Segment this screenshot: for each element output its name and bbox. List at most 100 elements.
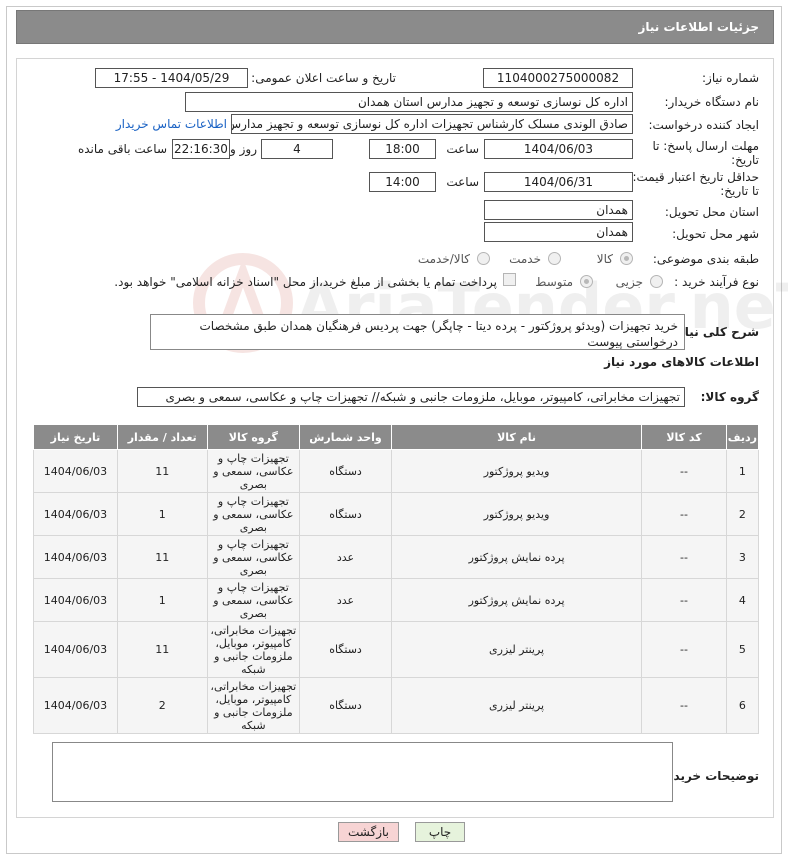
col-unit: واحد شمارش [299, 424, 392, 450]
cell-group: تجهیزات مخابراتی، کامپیوتر، موبایل، ملزو… [206, 621, 301, 678]
creator-label: ایجاد کننده درخواست: [648, 118, 759, 132]
remaining-time-label: ساعت باقی مانده [77, 142, 167, 156]
cell-group: تجهیزات چاپ و عکاسی، سمعی و بصری [206, 492, 301, 536]
cell-name: پرده نمایش پروژکتور [390, 578, 643, 622]
cell-row: 1 [725, 449, 760, 493]
cell-date: 1404/06/03 [33, 492, 118, 536]
table-row: 2 -- ویدیو پروژکتور دستگاه تجهیزات چاپ و… [33, 492, 760, 536]
category-service-label: خدمت [509, 252, 541, 266]
reply-time-field: 18:00 [369, 139, 436, 159]
category-label: طبقه بندی موضوعی: [652, 252, 759, 266]
cell-qty: 1 [116, 492, 208, 536]
price-deadline-label: حداقل تاریخ اعتبار قیمت: [632, 170, 759, 184]
cell-name: پرینتر لیزری [390, 677, 643, 734]
cell-name: ویدیو پروژکتور [390, 492, 643, 536]
cell-code: -- [641, 578, 727, 622]
remaining-time-field: 22:16:30 [172, 139, 230, 159]
cell-group: تجهیزات چاپ و عکاسی، سمعی و بصری [206, 449, 301, 493]
cell-qty: 11 [116, 449, 208, 493]
table-row: 1 -- ویدیو پروژکتور دستگاه تجهیزات چاپ و… [33, 449, 760, 493]
back-button[interactable]: بازگشت [338, 822, 399, 842]
reply-days-field: 4 [261, 139, 333, 159]
buyer-org-field: اداره کل نوسازی توسعه و تجهیز مدارس استا… [185, 92, 633, 112]
reply-time-label: ساعت [446, 142, 479, 156]
treasury-payment-note: پرداخت تمام یا بخشی از مبلغ خرید،از محل … [114, 275, 497, 289]
cell-date: 1404/06/03 [33, 535, 118, 579]
city-label: شهر محل تحویل: [672, 227, 759, 241]
print-button[interactable]: چاپ [415, 822, 465, 842]
process-medium-label: متوسط [535, 275, 573, 289]
cell-unit: دستگاه [299, 621, 392, 678]
cell-row: 4 [725, 578, 760, 622]
creator-field: صادق الوندی مسلک کارشناس تجهیزات اداره ک… [231, 114, 633, 134]
need-number-label: شماره نیاز: [702, 71, 759, 85]
description-field: خرید تجهیزات (ویدئو پروژکتور - پرده دیتا… [150, 314, 685, 350]
cell-unit: دستگاه [299, 677, 392, 734]
province-field: همدان [484, 200, 633, 220]
province-label: استان محل تحویل: [664, 205, 759, 219]
need-number-field: 1104000275000082 [483, 68, 633, 88]
announce-field: 1404/05/29 - 17:55 [95, 68, 248, 88]
cell-code: -- [641, 492, 727, 536]
cell-qty: 1 [116, 578, 208, 622]
cell-code: -- [641, 535, 727, 579]
cell-date: 1404/06/03 [33, 621, 118, 678]
cell-qty: 11 [116, 535, 208, 579]
cell-name: پرده نمایش پروژکتور [390, 535, 643, 579]
cell-row: 5 [725, 621, 760, 678]
cell-row: 3 [725, 535, 760, 579]
reply-date-field: 1404/06/03 [484, 139, 633, 159]
goods-table: ردیف کد کالا نام کالا واحد شمارش گروه کا… [33, 424, 760, 734]
cell-group: تجهیزات چاپ و عکاسی، سمعی و بصری [206, 535, 301, 579]
category-radio-service[interactable] [548, 252, 561, 265]
buyer-notes-field[interactable] [52, 742, 673, 802]
table-header-row: ردیف کد کالا نام کالا واحد شمارش گروه کا… [33, 424, 760, 450]
cell-code: -- [641, 677, 727, 734]
price-time-label: ساعت [446, 175, 479, 189]
table-row: 3 -- پرده نمایش پروژکتور عدد تجهیزات چاپ… [33, 535, 760, 579]
buyer-org-label: نام دستگاه خریدار: [664, 95, 760, 109]
price-time-field: 14:00 [369, 172, 436, 192]
price-deadline-label-2: تا تاریخ: [720, 184, 759, 198]
col-code: کد کالا [641, 424, 727, 450]
col-name: نام کالا [390, 424, 643, 450]
cell-group: تجهیزات چاپ و عکاسی، سمعی و بصری [206, 578, 301, 622]
cell-date: 1404/06/03 [33, 677, 118, 734]
page-header: جزئیات اطلاعات نیاز [16, 10, 774, 44]
reply-days-label: روز و [230, 142, 257, 156]
treasury-payment-checkbox[interactable] [503, 273, 516, 286]
table-row: 4 -- پرده نمایش پروژکتور عدد تجهیزات چاپ… [33, 578, 760, 622]
cell-group: تجهیزات مخابراتی، کامپیوتر، موبایل، ملزو… [206, 677, 301, 734]
category-both-label: کالا/خدمت [417, 252, 470, 266]
cell-name: ویدیو پروژکتور [390, 449, 643, 493]
table-row: 5 -- پرینتر لیزری دستگاه تجهیزات مخابرات… [33, 621, 760, 678]
description-label: شرح کلی نیاز: [673, 325, 759, 339]
cell-unit: عدد [299, 578, 392, 622]
goods-group-field: تجهیزات مخابراتی، کامپیوتر، موبایل، ملزو… [137, 387, 685, 407]
reply-deadline-label-2: تاریخ: [731, 153, 759, 167]
buyer-contact-link[interactable]: اطلاعات تماس خریدار [116, 117, 227, 131]
cell-code: -- [641, 449, 727, 493]
cell-unit: عدد [299, 535, 392, 579]
announce-label: تاریخ و ساعت اعلان عمومی: [251, 71, 396, 85]
category-radio-goods[interactable] [620, 252, 633, 265]
cell-row: 6 [725, 677, 760, 734]
cell-date: 1404/06/03 [33, 578, 118, 622]
process-radio-medium[interactable] [580, 275, 593, 288]
cell-unit: دستگاه [299, 492, 392, 536]
col-qty: تعداد / مقدار [116, 424, 208, 450]
category-radio-both[interactable] [477, 252, 490, 265]
goods-section-title: اطلاعات کالاهای مورد نیاز [604, 355, 759, 369]
process-minor-label: جزیی [615, 275, 643, 289]
table-row: 6 -- پرینتر لیزری دستگاه تجهیزات مخابرات… [33, 677, 760, 734]
process-radio-minor[interactable] [650, 275, 663, 288]
cell-date: 1404/06/03 [33, 449, 118, 493]
category-goods-label: کالا [596, 252, 613, 266]
reply-deadline-label: مهلت ارسال پاسخ: تا [652, 139, 759, 153]
city-field: همدان [484, 222, 633, 242]
details-panel: AriaTender.neT شماره نیاز: 1104000275000… [16, 58, 788, 818]
cell-unit: دستگاه [299, 449, 392, 493]
cell-name: پرینتر لیزری [390, 621, 643, 678]
price-date-field: 1404/06/31 [484, 172, 633, 192]
cell-qty: 2 [116, 677, 208, 734]
